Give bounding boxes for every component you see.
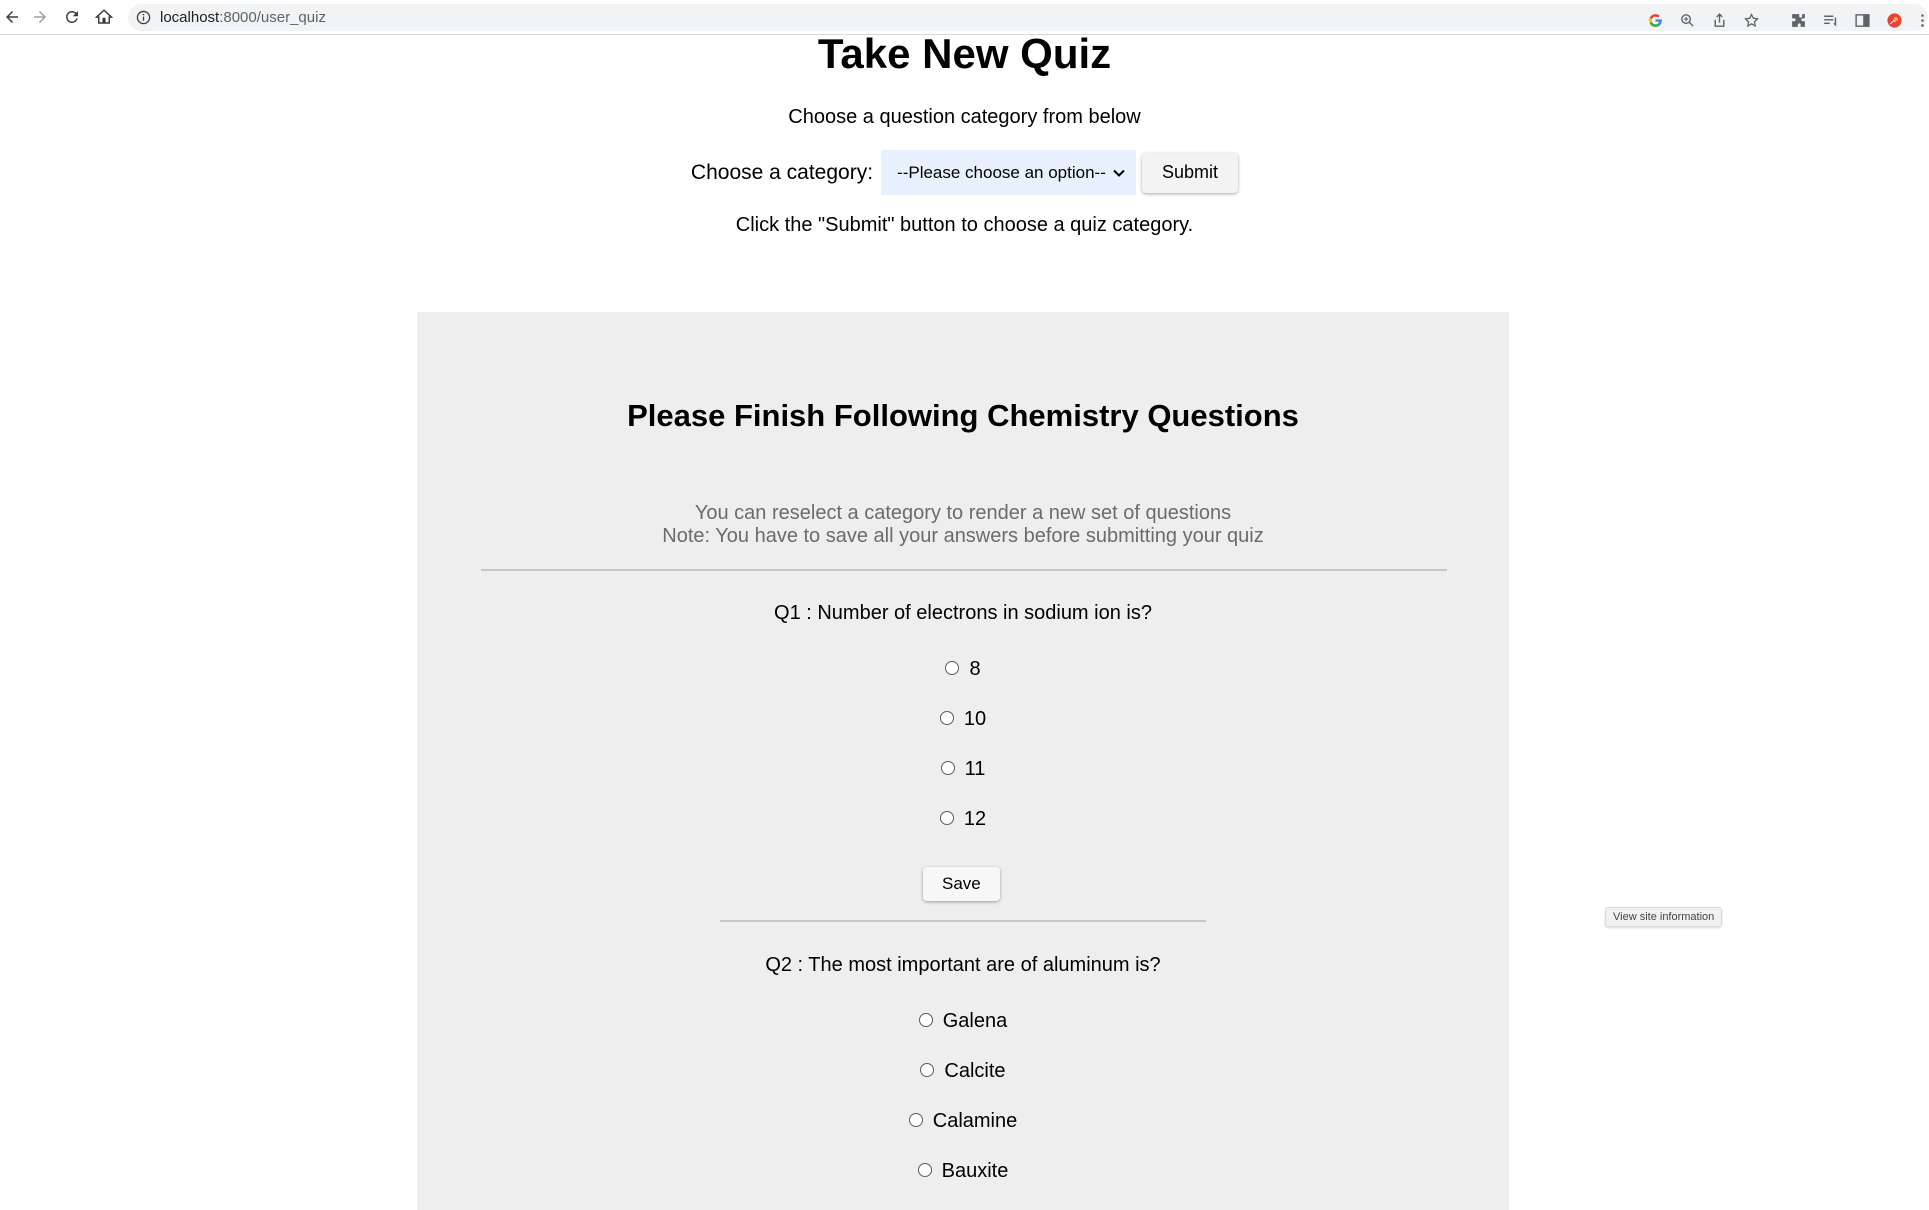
side-panel-icon[interactable]: [1852, 10, 1872, 30]
option-label: Calamine: [932, 1110, 1018, 1132]
category-form: Choose a category: --Please choose an op…: [0, 150, 1929, 195]
option-label: Galena: [942, 1010, 1008, 1032]
radio-button[interactable]: [918, 1012, 933, 1027]
quiz-note: You can reselect a category to render a …: [417, 502, 1509, 548]
share-icon[interactable]: [1709, 10, 1729, 30]
address-bar[interactable]: localhost:8000/user_quiz: [128, 4, 1928, 31]
option-label: Calcite: [944, 1060, 1006, 1082]
quiz-panel: Please Finish Following Chemistry Questi…: [417, 312, 1509, 1210]
radio-button[interactable]: [939, 810, 954, 825]
question-2-option-4[interactable]: Bauxite: [417, 1160, 1509, 1183]
option-label: Bauxite: [941, 1160, 1009, 1182]
category-select[interactable]: --Please choose an option--: [881, 150, 1137, 195]
question-1-option-1[interactable]: 8: [417, 658, 1509, 681]
quiz-note-line-2: Note: You have to save all your answers …: [662, 525, 1264, 547]
divider: [720, 920, 1206, 922]
submit-instruction: Click the "Submit" button to choose a qu…: [735, 214, 1194, 236]
option-label: 11: [964, 758, 986, 780]
radio-button[interactable]: [917, 1162, 932, 1177]
radio-button[interactable]: [940, 760, 955, 775]
question-1-option-3[interactable]: 11: [417, 758, 1509, 781]
category-instruction: Choose a question category from below: [788, 106, 1141, 128]
site-info-icon[interactable]: [136, 10, 151, 25]
question-2-option-3[interactable]: Calamine: [417, 1110, 1509, 1133]
extensions-icon[interactable]: [1788, 10, 1808, 30]
back-arrow-icon[interactable]: [0, 5, 24, 29]
question-2-option-2[interactable]: Calcite: [417, 1060, 1509, 1083]
option-label: 10: [963, 708, 987, 730]
profile-avatar-icon[interactable]: [1884, 10, 1904, 30]
zoom-icon[interactable]: [1677, 10, 1697, 30]
page-title: Take New Quiz: [817, 30, 1112, 77]
category-label: Choose a category:: [690, 160, 874, 184]
option-label: 12: [963, 808, 987, 830]
question-1-text: Q1 : Number of electrons in sodium ion i…: [774, 602, 1152, 624]
home-icon[interactable]: [92, 5, 116, 29]
submit-button[interactable]: Submit: [1142, 152, 1239, 193]
reading-list-icon[interactable]: [1820, 10, 1840, 30]
url-path: :8000/user_quiz: [219, 9, 326, 26]
option-label: 8: [969, 658, 981, 680]
forward-arrow-icon[interactable]: [28, 5, 52, 29]
radio-button[interactable]: [945, 660, 960, 675]
question-2-text: Q2 : The most important are of aluminum …: [765, 954, 1161, 976]
radio-button[interactable]: [920, 1062, 935, 1077]
bookmark-star-icon[interactable]: [1741, 10, 1761, 30]
reload-icon[interactable]: [60, 5, 84, 29]
radio-button[interactable]: [939, 710, 954, 725]
question-2-option-1[interactable]: Galena: [417, 1010, 1509, 1033]
site-info-tooltip: View site information: [1605, 907, 1723, 927]
category-select-value: --Please choose an option--: [897, 162, 1106, 182]
quiz-heading: Please Finish Following Chemistry Questi…: [627, 398, 1299, 433]
url-host: localhost: [160, 9, 220, 26]
save-button[interactable]: Save: [923, 867, 1000, 901]
question-1-option-4[interactable]: 12: [417, 808, 1509, 831]
more-menu-icon[interactable]: [1912, 10, 1929, 30]
question-1-option-2[interactable]: 10: [417, 708, 1509, 731]
divider: [481, 569, 1447, 571]
quiz-note-line-1: You can reselect a category to render a …: [694, 502, 1232, 524]
chevron-down-icon: [1113, 169, 1125, 177]
radio-button[interactable]: [908, 1112, 923, 1127]
url-text[interactable]: localhost:8000/user_quiz: [160, 9, 326, 26]
google-icon[interactable]: [1645, 10, 1665, 30]
